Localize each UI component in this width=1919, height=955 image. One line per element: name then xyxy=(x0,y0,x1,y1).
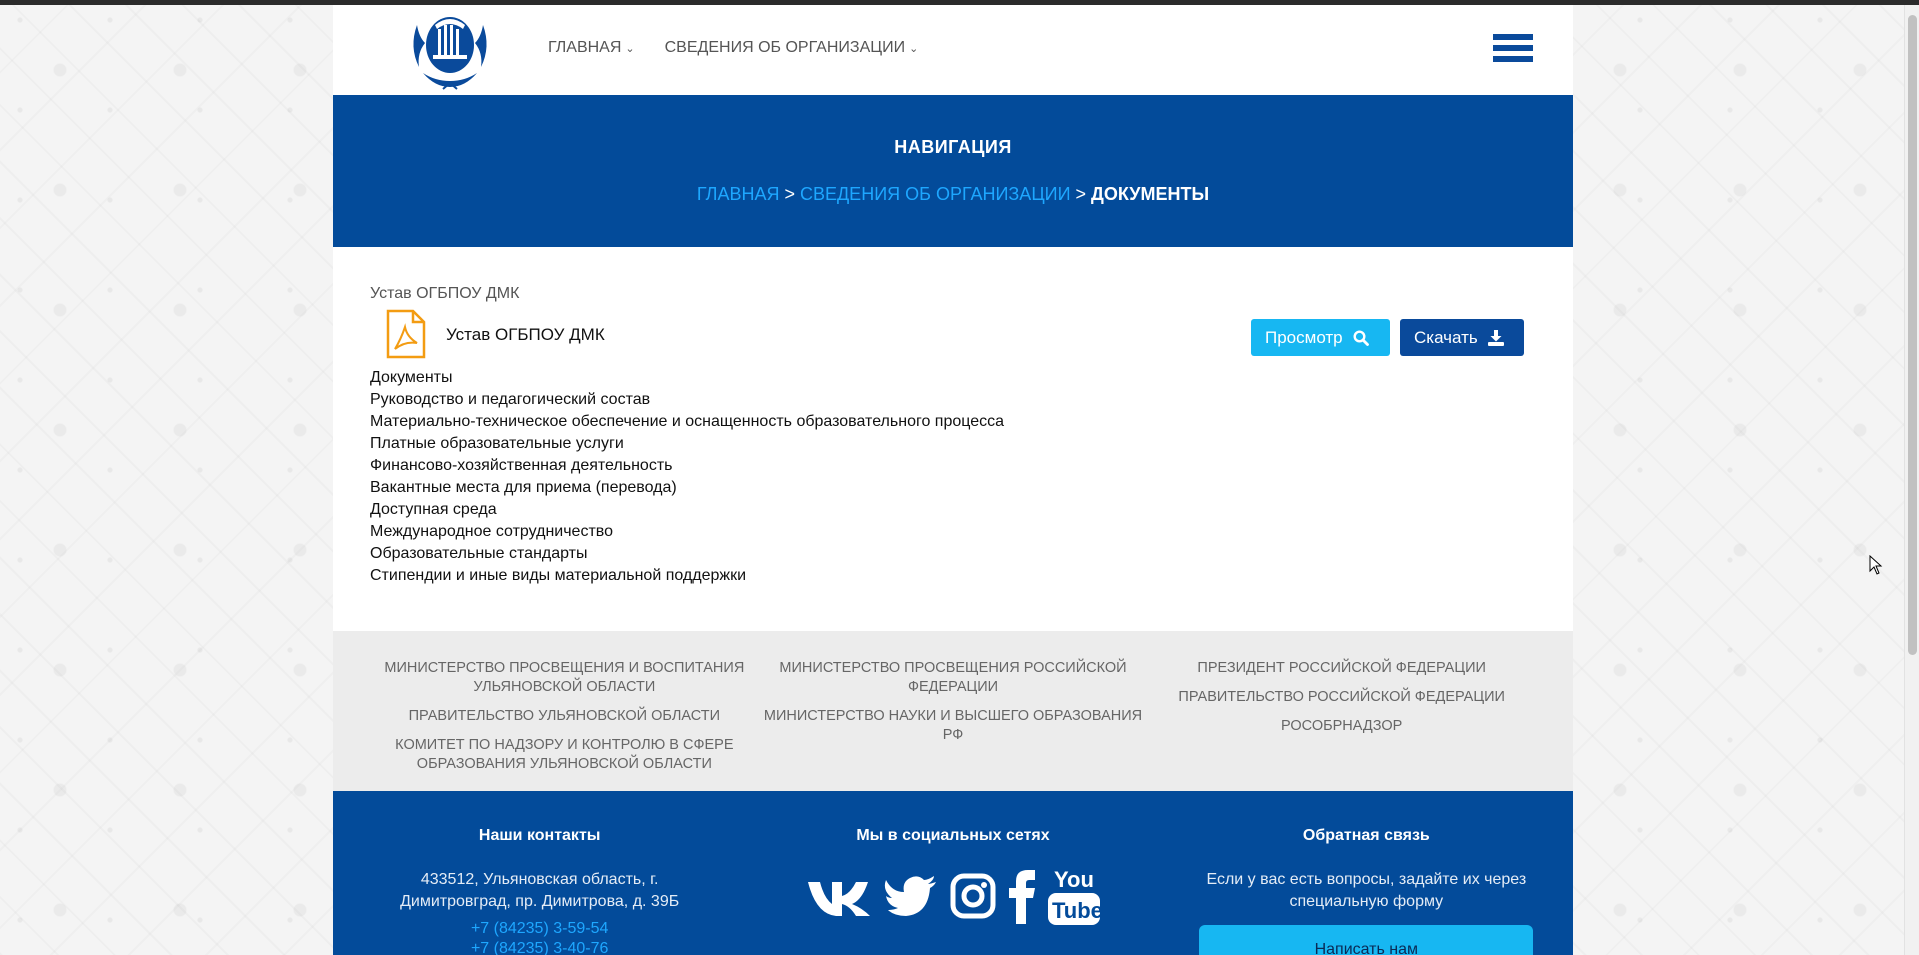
feedback-text: Если у вас есть вопросы, задайте их чере… xyxy=(1206,871,1527,910)
org-link[interactable]: ПРАВИТЕЛЬСТВО РОССИЙСКОЙ ФЕДЕРАЦИИ xyxy=(1147,688,1536,707)
org-link[interactable]: МИНИСТЕРСТВО НАУКИ И ВЫСШЕГО ОБРАЗОВАНИЯ… xyxy=(759,707,1148,745)
site-footer: Наши контакты 433512, Ульяновская област… xyxy=(333,791,1573,955)
link-finance[interactable]: Финансово-хозяйственная деятельность xyxy=(370,455,1536,477)
download-icon xyxy=(1487,329,1504,346)
social-icons: You Tube xyxy=(746,865,1159,927)
download-button-label: Скачать xyxy=(1414,327,1478,347)
vk-icon[interactable] xyxy=(806,874,872,918)
document-row: Устав ОГБПОУ ДМК Просмотр Скачать xyxy=(370,309,1536,367)
write-to-us-button[interactable]: Написать нам xyxy=(1199,925,1534,955)
breadcrumb: ГЛАВНАЯ > СВЕДЕНИЯ ОБ ОРГАНИЗАЦИИ > ДОКУМЕНТ… xyxy=(333,184,1573,205)
org-column-ministries: МИНИСТЕРСТВО ПРОСВЕЩЕНИЯ РОССИЙСКОЙ ФЕДЕ… xyxy=(759,659,1148,791)
breadcrumb-current: ДОКУМЕНТЫ xyxy=(1091,184,1210,204)
breadcrumb-separator: > xyxy=(784,184,795,204)
org-column-federal: ПРЕЗИДЕНТ РОССИЙСКОЙ ФЕДЕРАЦИИ ПРАВИТЕЛЬ… xyxy=(1147,659,1536,791)
breadcrumb-home-link[interactable]: ГЛАВНАЯ xyxy=(697,184,780,204)
org-link[interactable]: КОМИТЕТ ПО НАДЗОРУ И КОНТРОЛЮ В СФЕРЕ ОБ… xyxy=(370,736,759,774)
feedback-title: Обратная связь xyxy=(1302,827,1430,844)
org-link[interactable]: РОСОБРНАДЗОР xyxy=(1147,717,1536,736)
section-links: Документы Руководство и педагогический с… xyxy=(370,367,1536,587)
chevron-down-icon: ⌄ xyxy=(909,42,919,55)
scrollbar[interactable] xyxy=(1904,5,1919,955)
link-scholarships[interactable]: Стипендии и иные виды материальной подде… xyxy=(370,565,1536,587)
footer-contacts: Наши контакты 433512, Ульяновская област… xyxy=(333,827,746,955)
address: 433512, Ульяновская область, г. Димитров… xyxy=(400,871,680,910)
link-vacancies[interactable]: Вакантные места для приема (перевода) xyxy=(370,477,1536,499)
org-link[interactable]: ПРЕЗИДЕНТ РОССИЙСКОЙ ФЕДЕРАЦИИ xyxy=(1147,659,1536,678)
org-link[interactable]: МИНИСТЕРСТВО ПРОСВЕЩЕНИЯ И ВОСПИТАНИЯ УЛ… xyxy=(370,659,759,697)
twitter-icon[interactable] xyxy=(884,874,938,918)
hamburger-menu-icon[interactable] xyxy=(1493,34,1533,68)
phone-link[interactable]: +7 (84235) 3-40-76 xyxy=(333,939,746,955)
pdf-file-icon xyxy=(386,309,426,359)
youtube-icon[interactable]: You Tube xyxy=(1047,865,1100,927)
partner-organizations: МИНИСТЕРСТВО ПРОСВЕЩЕНИЯ И ВОСПИТАНИЯ УЛ… xyxy=(333,631,1573,791)
org-link[interactable]: МИНИСТЕРСТВО ПРОСВЕЩЕНИЯ РОССИЙСКОЙ ФЕДЕ… xyxy=(759,659,1148,697)
footer-feedback: Обратная связь Если у вас есть вопросы, … xyxy=(1160,827,1573,955)
facebook-icon[interactable] xyxy=(1008,868,1036,924)
document-section-title: Устав ОГБПОУ ДМК xyxy=(370,285,520,302)
link-documents[interactable]: Документы xyxy=(370,367,1536,389)
page-container: ГЛАВНАЯ ⌄ СВЕДЕНИЯ ОБ ОРГАНИЗАЦИИ ⌄ НАВИ… xyxy=(333,5,1573,955)
link-facilities[interactable]: Материально-техническое обеспечение и ос… xyxy=(370,411,1536,433)
contacts-title: Наши контакты xyxy=(478,827,601,844)
link-international[interactable]: Международное сотрудничество xyxy=(370,521,1536,543)
nav-home-label: ГЛАВНАЯ xyxy=(548,39,622,56)
mouse-cursor-icon xyxy=(1869,555,1883,575)
search-icon xyxy=(1353,329,1369,346)
main-content: Устав ОГБПОУ ДМК Устав ОГБПОУ ДМК Просмо… xyxy=(333,247,1573,631)
nav-home[interactable]: ГЛАВНАЯ ⌄ xyxy=(548,39,635,57)
college-logo[interactable] xyxy=(405,7,495,93)
document-name[interactable]: Устав ОГБПОУ ДМК xyxy=(446,325,605,345)
view-button-label: Просмотр xyxy=(1265,327,1343,347)
instagram-icon[interactable] xyxy=(950,873,996,919)
footer-social: Мы в социальных сетях You Tube xyxy=(746,827,1159,955)
nav-organization-info[interactable]: СВЕДЕНИЯ ОБ ОРГАНИЗАЦИИ ⌄ xyxy=(665,39,919,57)
phone-link[interactable]: +7 (84235) 3-59-54 xyxy=(333,919,746,939)
social-title: Мы в социальных сетях xyxy=(856,827,1050,844)
org-column-regional: МИНИСТЕРСТВО ПРОСВЕЩЕНИЯ И ВОСПИТАНИЯ УЛ… xyxy=(370,659,759,791)
site-header: ГЛАВНАЯ ⌄ СВЕДЕНИЯ ОБ ОРГАНИЗАЦИИ ⌄ xyxy=(333,5,1573,95)
top-navigation: ГЛАВНАЯ ⌄ СВЕДЕНИЯ ОБ ОРГАНИЗАЦИИ ⌄ xyxy=(548,39,918,57)
org-link[interactable]: ПРАВИТЕЛЬСТВО УЛЬЯНОВСКОЙ ОБЛАСТИ xyxy=(370,707,759,726)
scrollbar-thumb[interactable] xyxy=(1908,15,1917,655)
link-paid-services[interactable]: Платные образовательные услуги xyxy=(370,433,1536,455)
breadcrumb-separator: > xyxy=(1075,184,1087,204)
link-standards[interactable]: Образовательные стандарты xyxy=(370,543,1536,565)
youtube-logo-tube: Tube xyxy=(1052,898,1100,923)
download-button[interactable]: Скачать xyxy=(1400,319,1524,356)
youtube-logo-you: You xyxy=(1054,867,1094,892)
link-staff[interactable]: Руководство и педагогический состав xyxy=(370,389,1536,411)
nav-organization-info-label: СВЕДЕНИЯ ОБ ОРГАНИЗАЦИИ xyxy=(664,39,906,56)
breadcrumb-organization-link[interactable]: СВЕДЕНИЯ ОБ ОРГАНИЗАЦИИ xyxy=(800,184,1071,204)
navigation-banner: НАВИГАЦИЯ ГЛАВНАЯ > СВЕДЕНИЯ ОБ ОРГАНИЗАЦИ… xyxy=(333,95,1573,247)
navigation-title: НАВИГАЦИЯ xyxy=(894,137,1012,157)
chevron-down-icon: ⌄ xyxy=(625,42,635,55)
view-button[interactable]: Просмотр xyxy=(1251,319,1390,356)
link-accessibility[interactable]: Доступная среда xyxy=(370,499,1536,521)
